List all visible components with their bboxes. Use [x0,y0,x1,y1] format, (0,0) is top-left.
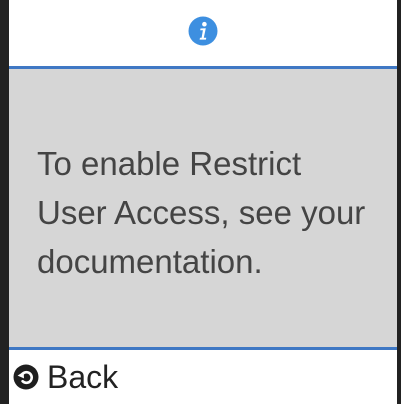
back-label: Back [47,359,119,395]
message-panel: To enable Restrict User Access, see your… [9,69,397,347]
info-icon [188,16,218,46]
info-message: To enable Restrict User Access, see your… [37,145,366,280]
header-bar [9,0,397,66]
back-arrow-icon [13,364,39,390]
back-button[interactable]: Back [13,358,118,396]
printer-lcd-screen: To enable Restrict User Access, see your… [0,0,401,404]
footer-bar: Back [9,350,397,404]
